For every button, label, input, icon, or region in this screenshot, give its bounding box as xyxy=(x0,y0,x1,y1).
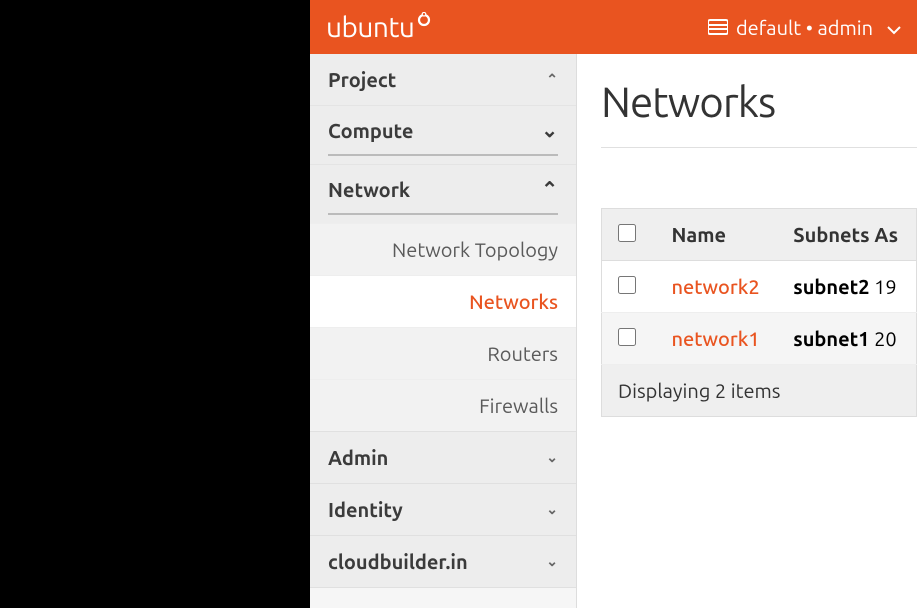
context-label: default • admin xyxy=(736,16,873,39)
sidebar-panel-identity[interactable]: Identity ⌄ xyxy=(310,484,576,535)
sidebar-panel-admin[interactable]: Admin ⌄ xyxy=(310,432,576,483)
chevron-up-icon: ⌃ xyxy=(546,71,558,88)
subnet-label: subnet1 xyxy=(793,327,869,350)
sidebar-sub-network[interactable]: Network ⌃ xyxy=(310,164,576,213)
sidebar-item-routers[interactable]: Routers xyxy=(310,327,576,379)
sidebar-sub-compute[interactable]: Compute ⌄ xyxy=(310,105,576,154)
networks-table: Name Subnets As network2 xyxy=(601,208,917,417)
col-name-header[interactable]: Name xyxy=(656,209,778,261)
sidebar-sub-label: Network xyxy=(328,178,410,201)
sidebar-sub-label: Compute xyxy=(328,119,413,142)
chevron-down-icon: ⌄ xyxy=(541,118,558,142)
sidebar-panel-label: cloudbuilder.in xyxy=(328,550,468,573)
sidebar-panel-label: Project xyxy=(328,68,396,91)
title-divider xyxy=(601,147,917,148)
row-checkbox[interactable] xyxy=(618,328,636,346)
network-link[interactable]: network2 xyxy=(672,275,760,298)
nav-label: Firewalls xyxy=(479,394,558,417)
table-row: network2 subnet2 19 xyxy=(602,261,917,313)
main-content: Networks Name Subnets As xyxy=(577,54,917,608)
brand-logo[interactable]: ubuntu xyxy=(326,12,432,43)
divider-line xyxy=(328,213,558,215)
chevron-up-icon: ⌃ xyxy=(541,177,558,201)
sidebar-panel-project[interactable]: Project ⌃ xyxy=(310,54,576,105)
chevron-down-icon: ⌄ xyxy=(546,449,558,466)
select-all-checkbox[interactable] xyxy=(618,224,636,242)
col-subnets-header[interactable]: Subnets As xyxy=(777,209,916,261)
subnet-rest: 19 xyxy=(874,275,897,298)
domain-icon xyxy=(708,16,728,39)
subnet-label: subnet2 xyxy=(793,275,869,298)
sidebar-panel-cloudbuilder[interactable]: cloudbuilder.in ⌄ xyxy=(310,536,576,587)
context-switcher[interactable]: default • admin xyxy=(708,16,901,39)
sidebar-item-firewalls[interactable]: Firewalls xyxy=(310,379,576,431)
left-black-margin xyxy=(0,0,310,608)
sidebar-panel-label: Admin xyxy=(328,446,388,469)
chevron-down-icon: ⌄ xyxy=(546,501,558,518)
top-header: ubuntu default • admin xyxy=(310,0,917,54)
chevron-down-icon: ⌄ xyxy=(546,553,558,570)
caret-down-icon xyxy=(887,16,901,39)
network-link[interactable]: network1 xyxy=(672,327,760,350)
table-footer-info: Displaying 2 items xyxy=(602,365,917,417)
nav-label: Routers xyxy=(487,342,558,365)
row-checkbox[interactable] xyxy=(618,276,636,294)
sidebar: Project ⌃ Compute ⌄ Network ⌃ Network xyxy=(310,54,577,608)
page-title: Networks xyxy=(601,78,917,125)
brand-circle-icon xyxy=(416,12,432,32)
sidebar-item-network-topology[interactable]: Network Topology xyxy=(310,223,576,275)
nav-label: Networks xyxy=(469,290,558,313)
nav-label: Network Topology xyxy=(392,238,558,261)
subnet-rest: 20 xyxy=(874,327,897,350)
brand-text: ubuntu xyxy=(326,12,414,43)
sidebar-item-networks[interactable]: Networks xyxy=(310,275,576,327)
table-row: network1 subnet1 20 xyxy=(602,313,917,365)
sidebar-panel-label: Identity xyxy=(328,498,403,521)
divider-line xyxy=(328,154,558,156)
